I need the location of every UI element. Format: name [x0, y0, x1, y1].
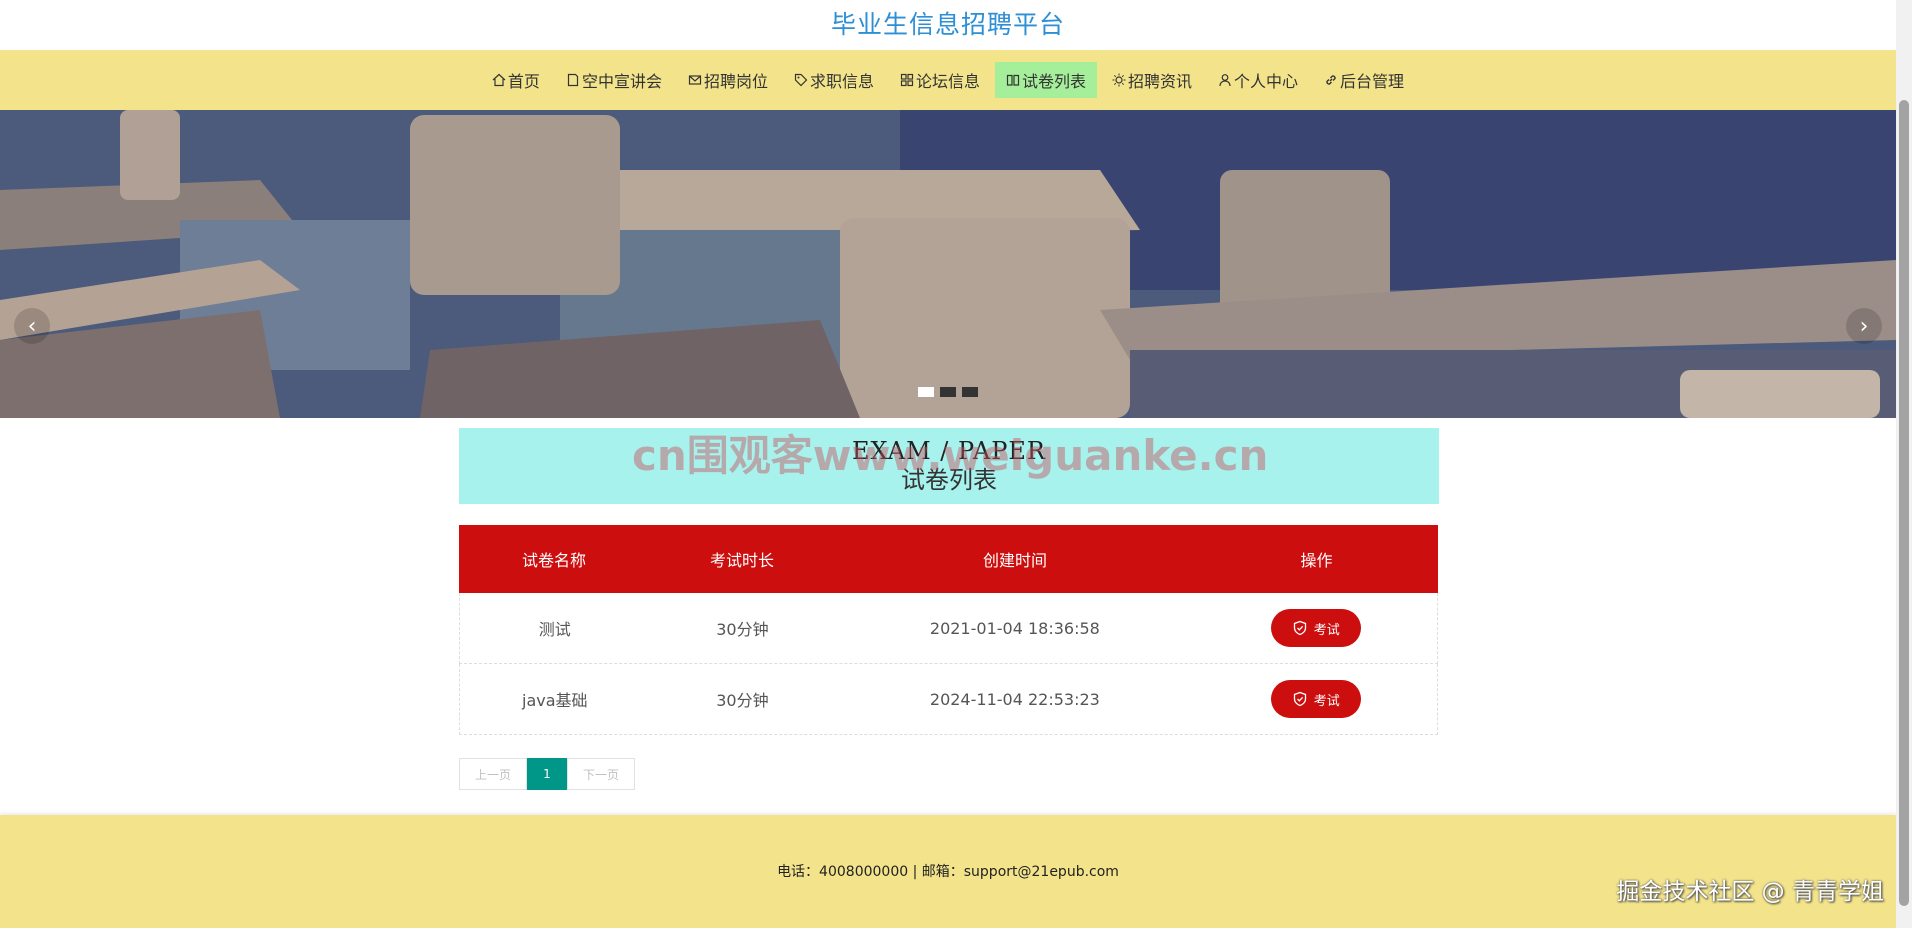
take-exam-button[interactable]: 考试 — [1270, 680, 1361, 718]
take-exam-label: 考试 — [1313, 693, 1340, 709]
page-number-current[interactable]: 1 — [527, 758, 567, 790]
nav-label: 后台管理 — [1340, 72, 1405, 91]
nav-item-job-seeking[interactable]: 求职信息 — [783, 62, 885, 98]
nav-item-air-talk[interactable]: 空中宣讲会 — [555, 62, 673, 98]
table-row: 测试 30分钟 2021-01-04 18:36:58 考试 — [459, 593, 1438, 664]
exam-created-time: 2021-01-04 18:36:58 — [929, 618, 1100, 638]
chevron-left-icon: ‹ — [27, 313, 37, 339]
action-cell: 考试 — [1195, 664, 1438, 734]
exam-created-time: 2024-11-04 22:53:23 — [929, 689, 1100, 709]
nav-item-admin[interactable]: 后台管理 — [1313, 62, 1415, 98]
exam-table: 试卷名称 考试时长 创建时间 操作 测试 30分钟 2021-01-04 18:… — [459, 525, 1438, 735]
nav-label: 求职信息 — [809, 72, 874, 91]
page-scrollbar[interactable] — [1896, 0, 1912, 928]
take-exam-label: 考试 — [1313, 622, 1340, 638]
nav-item-home[interactable]: 首页 — [481, 62, 551, 98]
chevron-right-icon: › — [1859, 313, 1869, 339]
table-row: java基础 30分钟 2024-11-04 22:53:23 考试 — [459, 664, 1438, 735]
section-title-zh: 试卷列表 — [901, 466, 997, 494]
sun-icon — [1112, 73, 1126, 87]
nav-item-personal-center[interactable]: 个人中心 — [1207, 62, 1309, 98]
nav-item-forum[interactable]: 论坛信息 — [889, 62, 991, 98]
carousel-dot-3[interactable] — [962, 387, 978, 397]
tag-icon — [794, 73, 808, 87]
home-icon — [492, 73, 506, 87]
note-icon — [566, 73, 580, 87]
carousel-next-button[interactable]: › — [1846, 308, 1882, 344]
link-icon — [1324, 73, 1338, 87]
nav-label: 空中宣讲会 — [581, 72, 662, 91]
prev-page-button[interactable]: 上一页 — [459, 758, 527, 790]
nav-label: 招聘岗位 — [703, 72, 768, 91]
user-icon — [1218, 73, 1232, 87]
take-exam-button[interactable]: 考试 — [1270, 609, 1361, 647]
shield-check-icon — [1293, 620, 1306, 636]
classroom-banner-image — [0, 110, 1896, 418]
carousel-indicators — [918, 387, 978, 397]
scrollbar-thumb[interactable] — [1899, 100, 1909, 906]
nav-label: 招聘资讯 — [1128, 72, 1193, 91]
pagination: 上一页 1 下一页 — [459, 758, 635, 790]
footer: 电话：4008000000 | 邮箱：support@21epub.com — [0, 815, 1896, 928]
nav-label: 首页 — [507, 72, 540, 91]
table-header: 试卷名称 考试时长 创建时间 操作 — [459, 525, 1438, 593]
carousel-prev-button[interactable]: ‹ — [14, 308, 50, 344]
site-title: 毕业生信息招聘平台 — [830, 10, 1065, 39]
nav-label: 个人中心 — [1234, 72, 1299, 91]
banner-carousel: ‹ › — [0, 110, 1896, 418]
section-header: EXAM / PAPER 试卷列表 — [459, 428, 1439, 504]
shield-check-icon — [1293, 691, 1306, 707]
exam-name: 测试 — [538, 620, 571, 639]
exam-duration: 30分钟 — [716, 691, 769, 710]
book-icon — [1006, 73, 1020, 87]
column-header: 试卷名称 — [521, 551, 586, 570]
section-title-en: EXAM / PAPER — [851, 437, 1046, 465]
carousel-dot-1[interactable] — [918, 387, 934, 397]
corner-watermark: 掘金技术社区 @ 青青学姐 — [1616, 879, 1884, 905]
exam-name: java基础 — [522, 691, 588, 710]
column-header: 考试时长 — [709, 551, 774, 570]
main-nav: 首页 空中宣讲会 招聘岗位 求职信息 论坛信息 试卷列表 招聘资讯 个人中心 后… — [0, 50, 1896, 110]
footer-contact: 电话：4008000000 | 邮箱：support@21epub.com — [777, 864, 1119, 880]
carousel-dot-2[interactable] — [940, 387, 956, 397]
grid-icon — [900, 73, 914, 87]
nav-item-jobs[interactable]: 招聘岗位 — [677, 62, 779, 98]
nav-item-exam-list[interactable]: 试卷列表 — [995, 62, 1098, 98]
next-page-button[interactable]: 下一页 — [567, 758, 635, 790]
nav-label: 论坛信息 — [915, 72, 980, 91]
nav-label: 试卷列表 — [1022, 72, 1087, 91]
mail-icon — [688, 73, 702, 87]
column-header: 创建时间 — [982, 551, 1047, 570]
nav-item-news[interactable]: 招聘资讯 — [1101, 62, 1203, 98]
exam-duration: 30分钟 — [716, 620, 769, 639]
column-header: 操作 — [1300, 551, 1333, 570]
action-cell: 考试 — [1195, 593, 1438, 663]
